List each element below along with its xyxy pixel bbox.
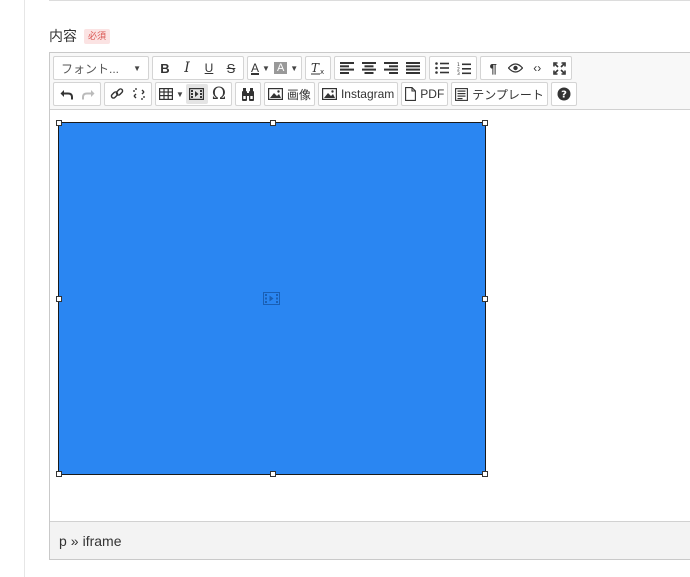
left-divider [24,0,25,577]
font-select-label: フォント... [61,61,120,76]
insert-image-button[interactable]: 画像 [266,84,313,104]
svg-text:x: x [320,68,324,75]
text-color-button[interactable]: A ▼ [249,58,272,78]
resize-handle-top[interactable] [270,120,276,126]
clear-format-icon: T x [311,61,324,75]
insert-pdf-button[interactable]: PDF [403,84,446,104]
path-separator: » [70,532,79,549]
bullet-list-button[interactable] [431,58,453,78]
clear-format-button[interactable]: T x [307,58,329,78]
field-label-text: 内容 [49,28,77,44]
pdf-file-icon [405,87,417,101]
remove-link-button[interactable] [128,84,150,104]
media-icon [189,88,205,100]
background-color-icon: A [273,62,288,74]
chevron-down-icon: ▼ [176,89,184,99]
italic-button[interactable]: I [176,58,198,78]
instagram-button-label: Instagram [340,87,395,101]
svg-text:?: ? [561,90,567,101]
resize-handle-bottom-right[interactable] [482,471,488,477]
align-center-button[interactable] [358,58,380,78]
insert-media-button[interactable] [185,84,208,104]
align-right-icon [384,62,399,74]
resize-handle-bottom[interactable] [270,471,276,477]
required-badge: 必須 [84,28,111,44]
align-justify-icon [406,62,421,74]
find-replace-button[interactable] [237,84,259,104]
background-color-button[interactable]: A ▼ [272,58,300,78]
align-center-icon [362,62,377,74]
fullscreen-button[interactable] [548,58,570,78]
preview-eye-icon [507,63,523,73]
code-icon: ‹› [533,61,542,75]
template-button-label: テンプレート [472,87,544,102]
editor-toolbar: フォント... ▼ B I U S A ▼ A ▼ T x 1 2 3 ¶ ‹›… [50,53,690,110]
preview-button[interactable] [504,58,526,78]
table-icon [159,88,173,100]
link-icon [110,88,124,99]
numbered-list-icon: 123 [457,62,472,75]
align-justify-button[interactable] [402,58,424,78]
instagram-icon [321,88,337,100]
resize-handle-top-left[interactable] [56,120,62,126]
resize-handle-bottom-left[interactable] [56,471,62,477]
align-left-button[interactable] [336,58,358,78]
rich-text-editor: フォント... ▼ B I U S A ▼ A ▼ T x 1 2 3 ¶ ‹›… [49,52,690,560]
binoculars-icon [241,87,254,101]
paragraph-marks-button[interactable]: ¶ [482,58,504,78]
resize-handle-right[interactable] [482,296,488,302]
insert-instagram-button[interactable]: Instagram [320,84,396,104]
bullet-list-icon [435,62,450,74]
align-right-button[interactable] [380,58,402,78]
field-label: 内容 必須 [49,26,111,46]
chevron-down-icon: ▼ [262,63,270,73]
insert-link-button[interactable] [106,84,128,104]
align-left-icon [340,62,355,74]
image-icon [267,88,283,100]
fullscreen-icon [552,61,566,75]
undo-button[interactable] [55,84,77,104]
chevron-down-icon: ▼ [133,63,141,73]
top-divider [49,0,690,1]
pdf-button-label: PDF [420,87,445,101]
strikethrough-button[interactable]: S [220,58,242,78]
chevron-down-icon: ▼ [290,63,299,73]
element-path-statusbar: p » iframe [50,521,690,559]
media-placeholder-icon [263,292,280,310]
path-item-iframe[interactable]: iframe [83,533,122,549]
redo-icon [81,89,94,99]
resize-handle-left[interactable] [56,296,62,302]
omega-icon: Ω [211,84,226,104]
editor-content-area[interactable] [50,110,690,522]
svg-text:T: T [311,61,320,75]
help-button[interactable]: ? [553,84,575,104]
underline-button[interactable]: U [198,58,220,78]
insert-table-button[interactable]: ▼ [157,84,186,104]
pilcrow-icon: ¶ [489,60,497,76]
numbered-list-button[interactable]: 123 [453,58,475,78]
path-item-p[interactable]: p [59,533,67,549]
unlink-icon [133,88,145,100]
font-family-select[interactable]: フォント... ▼ [55,58,147,78]
text-color-icon: A [251,61,260,75]
template-icon [455,87,469,101]
embedded-iframe-placeholder[interactable] [56,120,488,477]
help-icon: ? [557,87,571,101]
undo-icon [60,89,73,99]
redo-button[interactable] [77,84,99,104]
source-code-button[interactable]: ‹› [526,58,548,78]
image-button-label: 画像 [286,87,311,102]
svg-text:3: 3 [457,71,460,75]
bold-button[interactable]: B [154,58,176,78]
insert-template-button[interactable]: テンプレート [453,84,546,104]
resize-handle-top-right[interactable] [482,120,488,126]
special-character-button[interactable]: Ω [208,84,230,104]
